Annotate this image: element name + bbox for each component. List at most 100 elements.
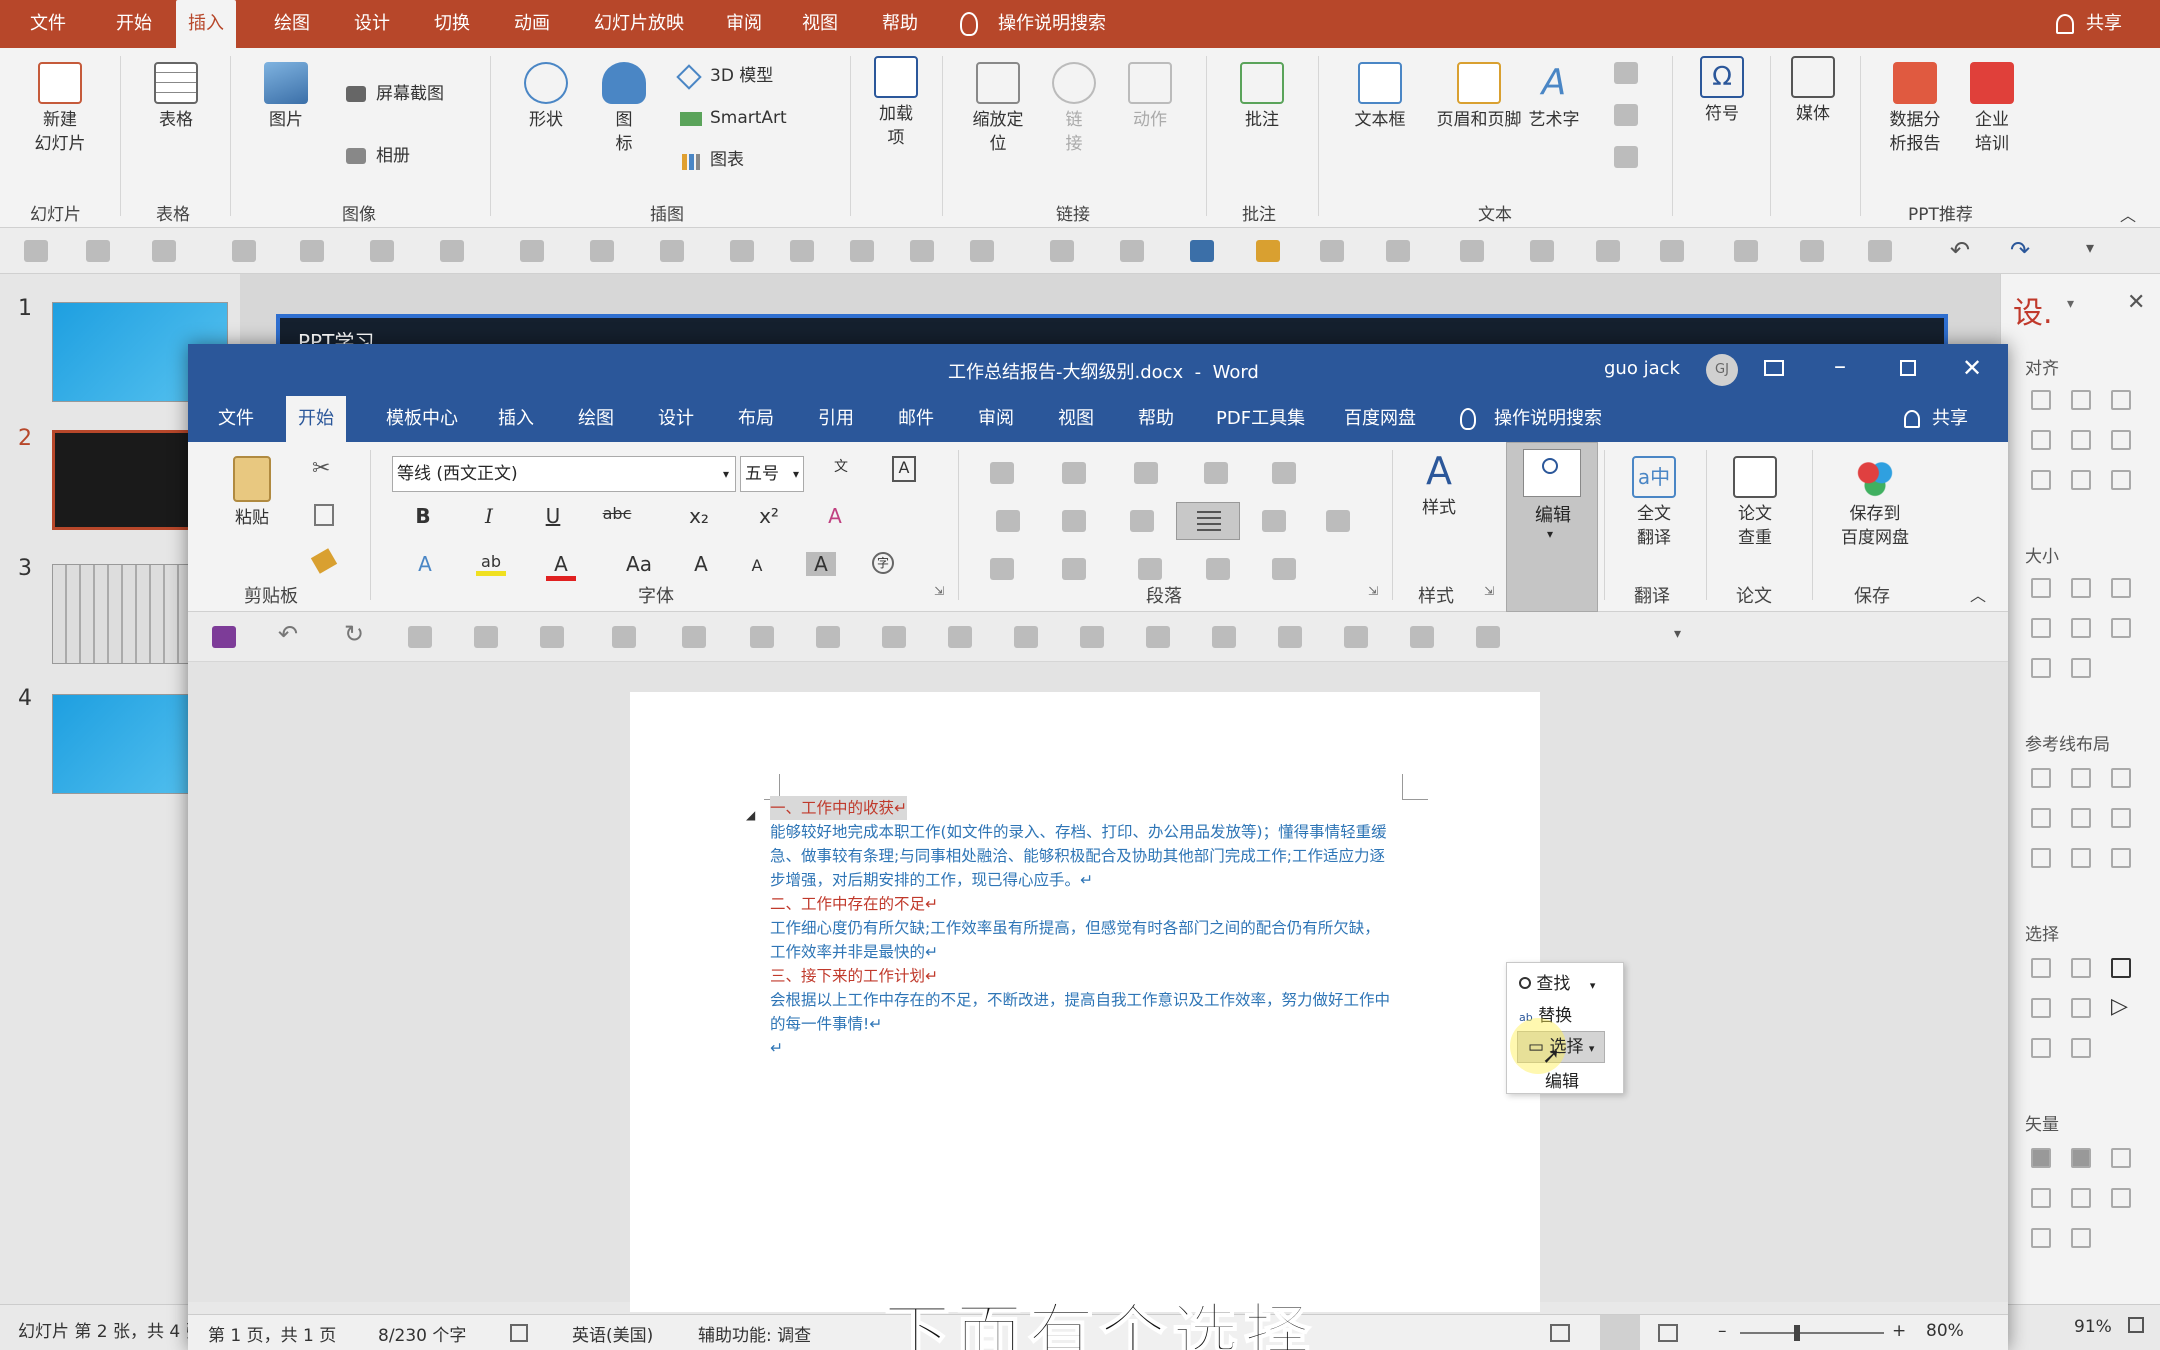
- word-tab-design[interactable]: 设计: [646, 396, 706, 442]
- ppt-qat-icon-19[interactable]: [1256, 240, 1280, 262]
- copy-icon[interactable]: [314, 504, 334, 526]
- ppt-tab-home[interactable]: 开始: [104, 0, 164, 48]
- bullets-icon[interactable]: [990, 462, 1014, 484]
- styles-dialog-launcher-icon[interactable]: ⇲: [1484, 584, 1494, 598]
- align-right-icon[interactable]: [2111, 390, 2131, 410]
- chart-button[interactable]: 图表: [676, 148, 826, 172]
- guide-icon-4[interactable]: [2031, 808, 2051, 828]
- strikethrough-icon[interactable]: abc: [602, 504, 632, 523]
- ppt-tab-review[interactable]: 审阅: [714, 0, 774, 48]
- ppt-qat-icon-17[interactable]: [1120, 240, 1144, 262]
- ppt-qat-icon-13[interactable]: [850, 240, 874, 262]
- ppt-qat-icon-25[interactable]: [1660, 240, 1684, 262]
- character-shading-icon[interactable]: A: [806, 552, 836, 576]
- decrease-indent-icon[interactable]: [1204, 462, 1228, 484]
- ppt-zoom-level[interactable]: 91%: [2074, 1317, 2112, 1337]
- heading-line[interactable]: 一、工作中的收获↵: [770, 796, 907, 820]
- word-qat-icon-17[interactable]: [1476, 626, 1500, 648]
- customize-qat-icon[interactable]: ▾: [1674, 626, 1681, 642]
- wordart-button[interactable]: A 艺术字: [1512, 62, 1596, 132]
- guide-icon-9[interactable]: [2111, 848, 2131, 868]
- paragraph-line[interactable]: ↵: [770, 1036, 783, 1060]
- font-name-select[interactable]: 等线 (西文正文) ▾: [392, 456, 736, 492]
- collapse-ribbon-icon[interactable]: ︿: [2120, 202, 2136, 226]
- link-button[interactable]: 链 接: [1046, 62, 1102, 156]
- cursor-select-icon[interactable]: ▷: [2111, 994, 2128, 1019]
- ppt-qat-icon-18[interactable]: [1190, 240, 1214, 262]
- word-tab-file[interactable]: 文件: [206, 396, 266, 442]
- ppt-qat-icon-16[interactable]: [1050, 240, 1074, 262]
- paragraph-line[interactable]: 步增强，对后期安排的工作，现已得心应手。↵: [770, 868, 1093, 892]
- comment-button[interactable]: 批注: [1222, 62, 1302, 132]
- ppt-qat-icon-3[interactable]: [152, 240, 176, 262]
- ppt-qat-icon-8[interactable]: [520, 240, 544, 262]
- subscript-icon[interactable]: x₂: [684, 504, 714, 528]
- undo-icon[interactable]: ↶: [278, 620, 298, 648]
- word-qat-icon-8[interactable]: [882, 626, 906, 648]
- maximize-icon[interactable]: [1900, 360, 1916, 376]
- bold-icon[interactable]: B: [408, 504, 438, 528]
- screenshot-button[interactable]: 屏幕截图: [342, 82, 472, 106]
- zoom-slider[interactable]: [1740, 1332, 1884, 1334]
- shapes-button[interactable]: 形状: [508, 62, 584, 132]
- paragraph-line[interactable]: 急、做事较有条理;与同事相处融洽、能够积极配合及协助其他部门完成工作;工作适应力…: [770, 844, 1385, 868]
- highlight-icon[interactable]: ab: [476, 552, 506, 576]
- word-qat-icon-9[interactable]: [948, 626, 972, 648]
- ppt-qat-icon-27[interactable]: [1800, 240, 1824, 262]
- ppt-qat-icon-14[interactable]: [910, 240, 934, 262]
- zoom-slider-thumb[interactable]: [1794, 1325, 1800, 1341]
- page-count[interactable]: 第 1 页，共 1 页: [208, 1321, 336, 1346]
- asian-layout-icon[interactable]: [1138, 558, 1162, 580]
- smartart-button[interactable]: SmartArt: [676, 106, 826, 130]
- word-tab-home[interactable]: 开始: [286, 396, 346, 442]
- word-qat-icon-7[interactable]: [816, 626, 840, 648]
- distribute-v-icon[interactable]: [2071, 470, 2091, 490]
- guide-icon-2[interactable]: [2071, 768, 2091, 788]
- guide-icon-3[interactable]: [2111, 768, 2131, 788]
- align-left-icon[interactable]: [996, 510, 1020, 532]
- word-tab-references[interactable]: 引用: [806, 396, 866, 442]
- format-painter-icon[interactable]: [310, 548, 338, 574]
- select-icon-3[interactable]: [2111, 958, 2131, 978]
- paragraph-line[interactable]: 能够较好地完成本职工作(如文件的录入、存档、打印、办公用品发放等)；懂得事情轻重…: [770, 820, 1387, 844]
- phonetic-guide-icon[interactable]: 文: [826, 456, 856, 476]
- accessibility-checker[interactable]: 辅助功能: 调查: [698, 1321, 811, 1346]
- repeat-icon[interactable]: ↻: [344, 620, 364, 648]
- slide-number-icon[interactable]: [1614, 104, 1638, 126]
- shrink-font-icon[interactable]: A: [742, 556, 772, 575]
- word-tab-layout[interactable]: 布局: [726, 396, 786, 442]
- guide-icon-5[interactable]: [2071, 808, 2091, 828]
- styles-button[interactable]: A 样式: [1404, 450, 1474, 520]
- ppt-qat-icon-7[interactable]: [440, 240, 464, 262]
- textbox-button[interactable]: 文本框: [1340, 62, 1420, 132]
- word-tab-draw[interactable]: 绘图: [566, 396, 626, 442]
- ppt-tab-file[interactable]: 文件: [18, 0, 78, 48]
- editing-button[interactable]: 编辑 ▾: [1506, 442, 1598, 612]
- vector-icon-8[interactable]: [2071, 1228, 2091, 1248]
- line-spacing-icon[interactable]: [1326, 510, 1350, 532]
- align-middle-icon[interactable]: [2071, 430, 2091, 450]
- ppt-tab-help[interactable]: 帮助: [870, 0, 930, 48]
- word-tell-me-search[interactable]: 操作说明搜索: [1482, 396, 1614, 442]
- ppt-qat-icon-22[interactable]: [1460, 240, 1484, 262]
- word-qat-icon-11[interactable]: [1080, 626, 1104, 648]
- align-right-icon[interactable]: [1130, 510, 1154, 532]
- ppt-qat-icon-5[interactable]: [300, 240, 324, 262]
- ppt-qat-icon-12[interactable]: [790, 240, 814, 262]
- object-icon[interactable]: [1614, 146, 1638, 168]
- ppt-qat-icon-20[interactable]: [1320, 240, 1344, 262]
- word-qat-icon-12[interactable]: [1146, 626, 1170, 648]
- web-layout-icon[interactable]: [1658, 1324, 1678, 1342]
- distributed-icon[interactable]: [1262, 510, 1286, 532]
- word-qat-icon-5[interactable]: [682, 626, 706, 648]
- print-layout-icon[interactable]: [1600, 1315, 1640, 1350]
- enclose-character-icon[interactable]: 字: [872, 552, 894, 574]
- select-icon-4[interactable]: [2031, 998, 2051, 1018]
- paragraph-line[interactable]: 工作细心度仍有所欠缺;工作效率虽有所提高，但感觉有时各部门之间的配合仍有所欠缺，: [770, 916, 1380, 940]
- paste-button[interactable]: 粘贴: [222, 456, 282, 530]
- size-right-icon[interactable]: [2071, 618, 2091, 638]
- guide-icon-6[interactable]: [2111, 808, 2131, 828]
- sort-icon[interactable]: [1206, 558, 1230, 580]
- data-report-button[interactable]: 数据分 析报告: [1870, 62, 1960, 156]
- ppt-qat-icon-21[interactable]: [1386, 240, 1410, 262]
